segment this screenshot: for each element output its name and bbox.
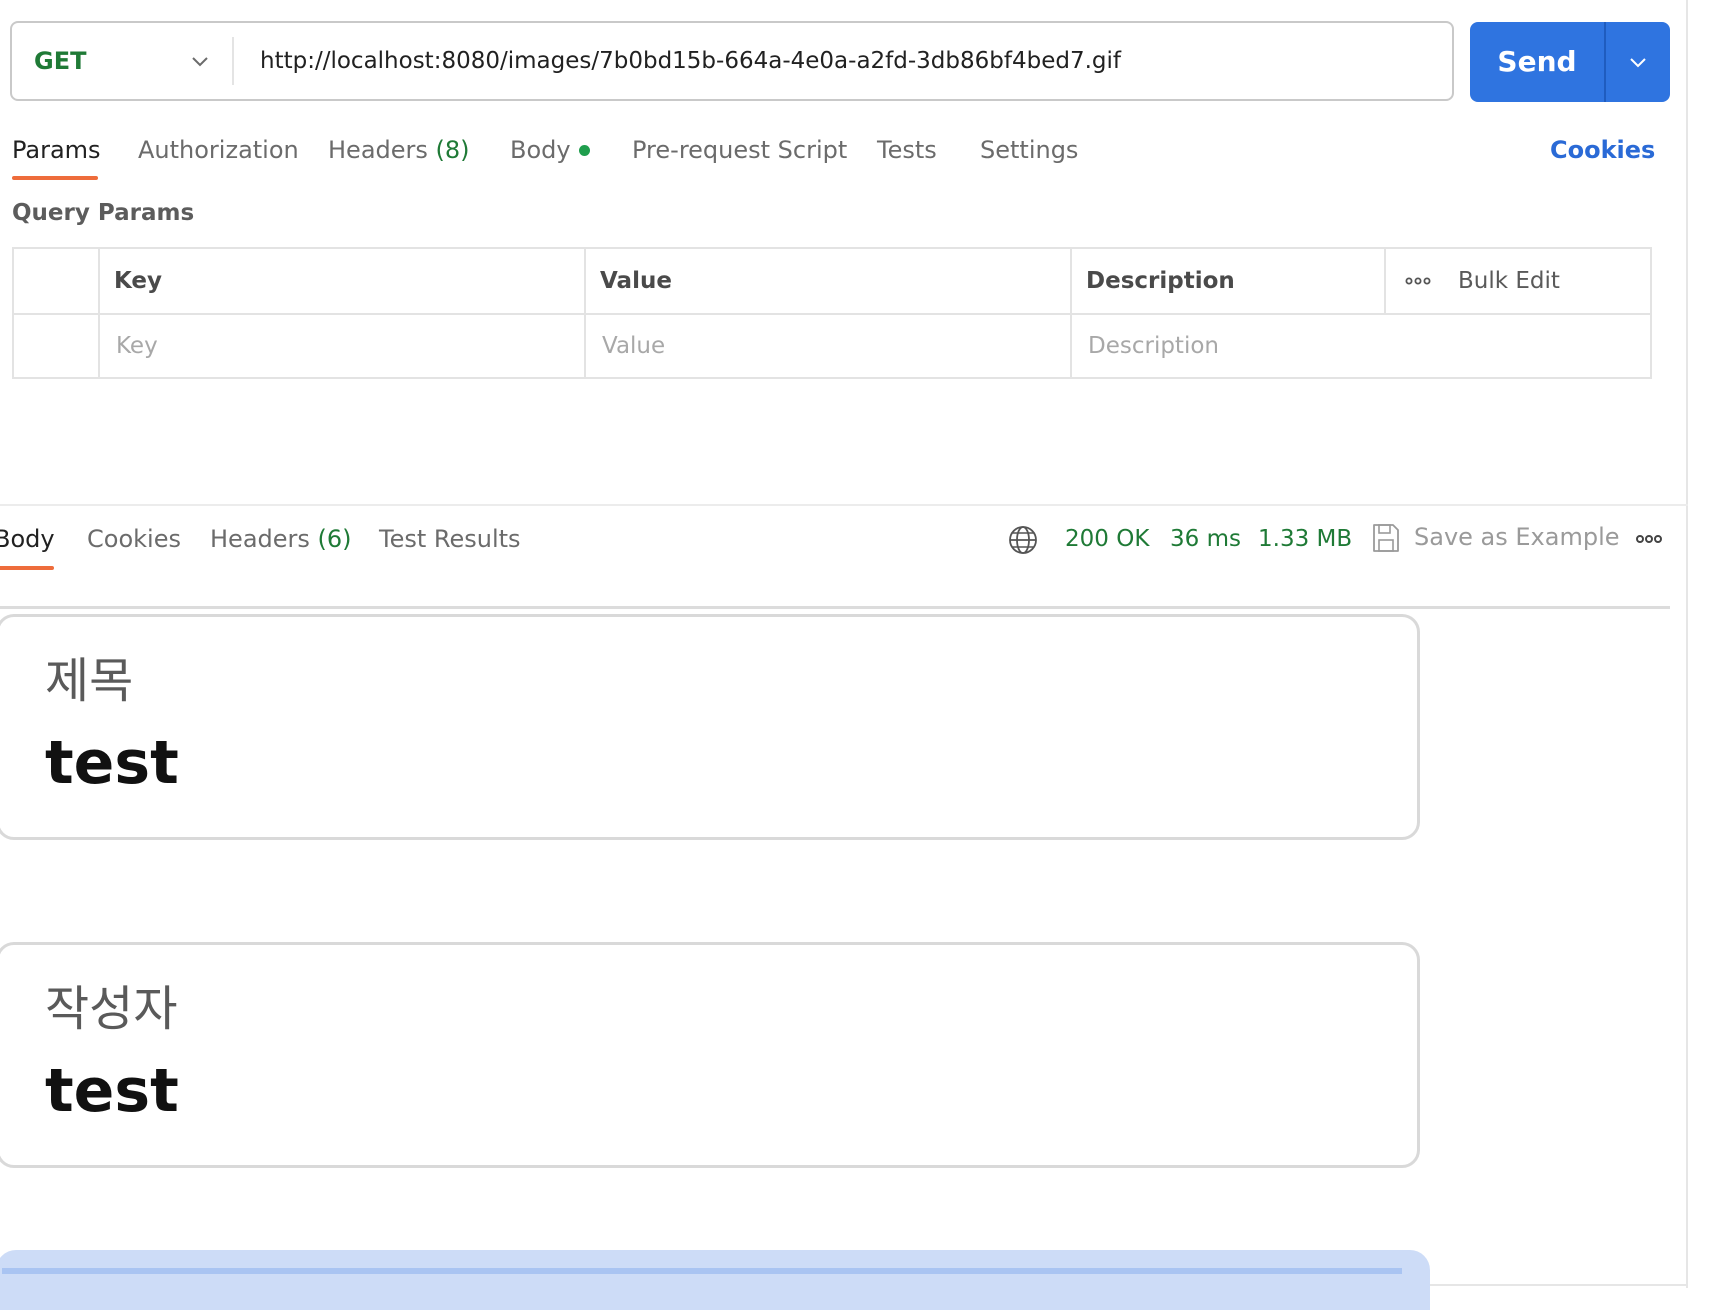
response-tab-test-results[interactable]: Test Results bbox=[379, 523, 521, 555]
column-header-description: Description bbox=[1086, 268, 1235, 294]
preview-card-title: 제목 test bbox=[0, 614, 1420, 840]
response-tab-cookies[interactable]: Cookies bbox=[87, 523, 181, 555]
tab-params[interactable]: Params bbox=[12, 134, 101, 166]
save-as-example-button[interactable]: Save as Example bbox=[1414, 521, 1620, 553]
preview-card-author: 작성자 test bbox=[0, 942, 1420, 1168]
query-params-title: Query Params bbox=[12, 200, 195, 226]
card-label: 제목 bbox=[45, 653, 134, 709]
response-tab-headers-count: (6) bbox=[317, 525, 352, 553]
column-divider bbox=[98, 249, 100, 377]
response-divider[interactable] bbox=[0, 504, 1688, 506]
column-header-key: Key bbox=[114, 268, 163, 294]
tab-settings[interactable]: Settings bbox=[980, 134, 1078, 166]
column-divider bbox=[1384, 249, 1386, 313]
table-divider bbox=[14, 313, 1650, 315]
card-value: test bbox=[45, 1056, 179, 1126]
key-input[interactable]: Key bbox=[116, 315, 158, 377]
column-divider bbox=[584, 249, 586, 377]
card-value: test bbox=[45, 728, 179, 798]
more-horizontal-icon[interactable] bbox=[1634, 527, 1664, 551]
response-tab-body[interactable]: Body bbox=[0, 523, 55, 555]
body-indicator-dot bbox=[578, 145, 590, 156]
query-params-table: Key Value Description Bulk Edit Key Valu… bbox=[12, 247, 1652, 379]
chevron-down-icon bbox=[1630, 58, 1646, 68]
send-button[interactable]: Send bbox=[1470, 22, 1670, 102]
response-status[interactable]: 200 OK bbox=[1065, 523, 1149, 555]
response-time[interactable]: 36 ms bbox=[1170, 523, 1241, 555]
active-tab-indicator bbox=[12, 176, 98, 180]
cookies-link[interactable]: Cookies bbox=[1550, 134, 1655, 166]
response-tab-headers-label: Headers bbox=[210, 525, 310, 553]
chevron-down-icon[interactable] bbox=[188, 49, 212, 73]
tab-authorization[interactable]: Authorization bbox=[138, 134, 299, 166]
card-label: 작성자 bbox=[45, 981, 178, 1037]
response-size[interactable]: 1.33 MB bbox=[1258, 523, 1352, 555]
tab-body[interactable]: Body bbox=[510, 134, 590, 166]
request-url-bar: GET http://localhost:8080/images/7b0bd15… bbox=[10, 21, 1454, 101]
tab-pre-request-script[interactable]: Pre-request Script bbox=[632, 134, 847, 166]
bulk-edit-button[interactable]: Bulk Edit bbox=[1458, 249, 1560, 313]
url-separator bbox=[232, 37, 234, 85]
tab-tests[interactable]: Tests bbox=[877, 134, 937, 166]
send-label: Send bbox=[1497, 45, 1577, 78]
url-input[interactable]: http://localhost:8080/images/7b0bd15b-66… bbox=[260, 23, 1121, 99]
column-divider bbox=[1070, 249, 1072, 377]
active-response-tab-indicator bbox=[0, 566, 54, 570]
preview-card-partial bbox=[0, 1250, 1430, 1310]
response-tab-headers[interactable]: Headers (6) bbox=[210, 523, 352, 555]
send-options-button[interactable] bbox=[1606, 22, 1670, 102]
tab-headers[interactable]: Headers (8) bbox=[328, 134, 470, 166]
tab-headers-label: Headers bbox=[328, 136, 428, 164]
description-input[interactable]: Description bbox=[1088, 315, 1219, 377]
tab-headers-count: (8) bbox=[435, 136, 470, 164]
value-input[interactable]: Value bbox=[602, 315, 665, 377]
tab-body-label: Body bbox=[510, 136, 571, 164]
globe-icon[interactable] bbox=[1007, 524, 1039, 556]
more-horizontal-icon[interactable] bbox=[1404, 269, 1432, 293]
method-select[interactable]: GET bbox=[34, 23, 86, 99]
pane-right-border bbox=[1686, 0, 1688, 1288]
column-header-value: Value bbox=[600, 268, 672, 294]
response-preview-top-border bbox=[0, 606, 1670, 609]
preview-card-partial-inner bbox=[2, 1268, 1402, 1274]
save-icon bbox=[1373, 524, 1399, 552]
